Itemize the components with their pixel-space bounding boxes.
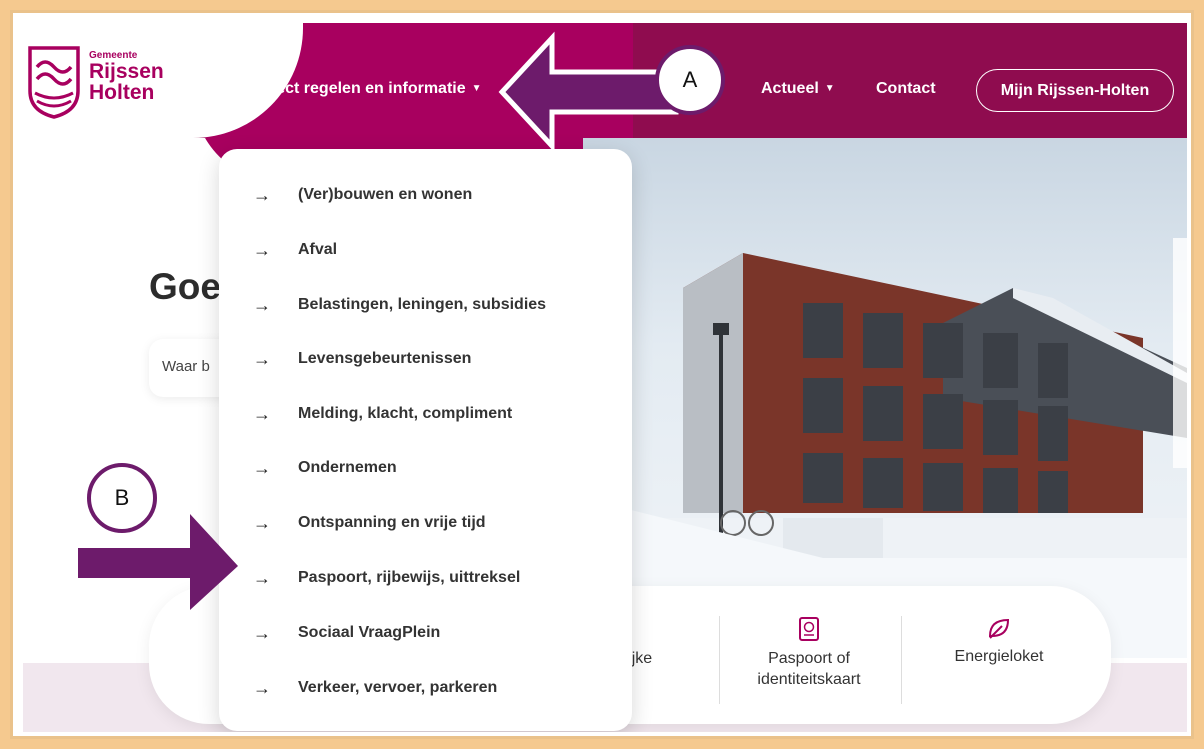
annotation-arrow-b [78,514,238,610]
annotation-badge-b: B [87,463,157,533]
annotation-arrows [78,31,679,610]
annotation-badge-a: A [655,45,725,115]
annotation-arrow-a [498,31,679,153]
